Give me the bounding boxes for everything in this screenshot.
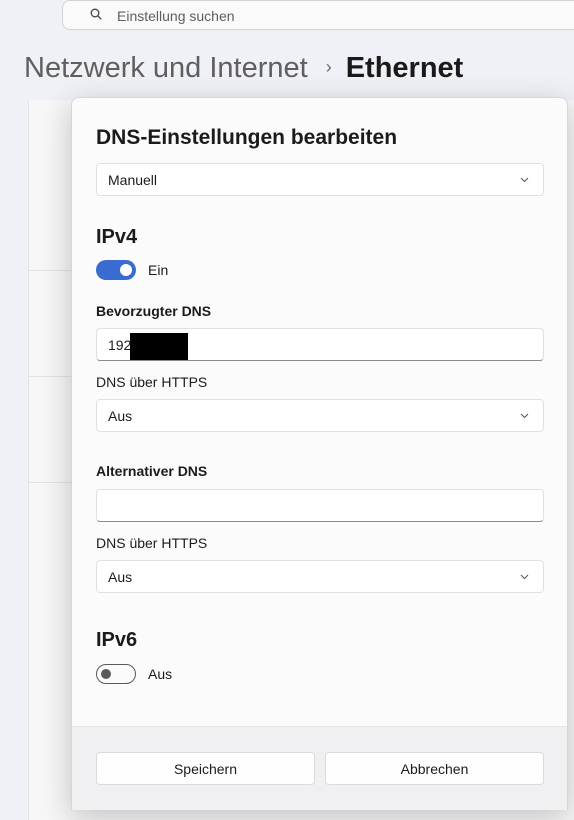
ipv4-toggle[interactable] [96, 260, 136, 280]
alternate-dns-label: Alternativer DNS [96, 463, 208, 479]
alternate-dns-https-label: DNS über HTTPS [96, 535, 208, 551]
search-icon [90, 8, 102, 20]
search-placeholder: Einstellung suchen [117, 8, 235, 24]
chevron-down-icon [520, 574, 529, 580]
settings-search-box[interactable]: Einstellung suchen [62, 0, 574, 30]
alternate-dns-input[interactable] [96, 489, 544, 522]
page-title: Ethernet [345, 52, 464, 84]
dialog-title: DNS-Einstellungen bearbeiten [96, 126, 398, 149]
ipv4-heading: IPv4 [96, 226, 138, 248]
breadcrumb-parent[interactable]: Netzwerk und Internet [24, 52, 308, 84]
preferred-dns-value: 192 [108, 337, 132, 353]
toggle-knob [120, 264, 132, 276]
dns-mode-select[interactable]: Manuell [96, 163, 544, 196]
preferred-dns-https-value: Aus [108, 408, 133, 424]
chevron-down-icon [520, 413, 529, 419]
dns-settings-dialog: DNS-Einstellungen bearbeiten Manuell IPv… [71, 97, 568, 810]
preferred-dns-label: Bevorzugter DNS [96, 303, 212, 319]
chevron-down-icon [520, 177, 529, 183]
redaction-bar [130, 333, 188, 360]
save-button[interactable]: Speichern [96, 752, 315, 785]
cancel-button[interactable]: Abbrechen [325, 752, 544, 785]
preferred-dns-https-label: DNS über HTTPS [96, 374, 208, 390]
preferred-dns-input[interactable]: 192 [96, 328, 544, 361]
toggle-knob [101, 669, 111, 679]
dialog-footer: Speichern Abbrechen [72, 726, 567, 810]
alternate-dns-https-value: Aus [108, 569, 133, 585]
ipv6-heading: IPv6 [96, 629, 138, 651]
breadcrumb-separator-icon: › [325, 57, 332, 77]
alternate-dns-https-select[interactable]: Aus [96, 560, 544, 593]
breadcrumb: Netzwerk und Internet › Ethernet [24, 48, 463, 88]
preferred-dns-https-select[interactable]: Aus [96, 399, 544, 432]
dns-mode-value: Manuell [108, 172, 158, 188]
ipv6-toggle[interactable] [96, 664, 136, 684]
ipv4-toggle-state: Ein [148, 262, 169, 278]
ipv6-toggle-state: Aus [148, 666, 173, 682]
